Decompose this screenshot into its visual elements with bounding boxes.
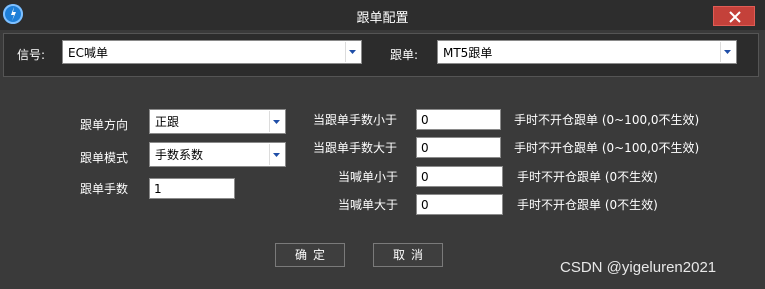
lots-input[interactable]: 1 [149,178,235,199]
close-icon [729,11,741,23]
condition-input-value: 0 [421,141,429,155]
close-button[interactable] [713,6,755,26]
condition-input[interactable]: 0 [416,166,503,187]
direction-select[interactable]: 正跟 [149,109,286,134]
follow-select[interactable]: MT5跟单 [437,40,737,64]
chevron-down-icon[interactable] [720,42,735,62]
mode-select-value: 手数系数 [155,148,204,162]
condition-label: 当喊单小于 [338,170,399,184]
condition-hint: 手时不开仓跟单 (0~100,0不生效) [514,141,700,155]
condition-input[interactable]: 0 [416,137,501,158]
condition-input[interactable]: 0 [416,109,501,130]
lots-input-value: 1 [154,182,162,196]
chevron-down-icon[interactable] [345,42,360,62]
signal-select-value: EC喊单 [68,46,108,60]
condition-label: 当喊单大于 [338,198,399,212]
condition-label: 当跟单手数小于 [313,113,398,127]
condition-input-value: 0 [421,113,429,127]
cancel-button[interactable]: 取消 [373,243,443,267]
signal-select[interactable]: EC喊单 [62,40,362,64]
follow-label: 跟单: [390,48,419,62]
watermark: CSDN @yigeluren2021 [560,259,717,276]
condition-hint: 手时不开仓跟单 (0~100,0不生效) [514,113,700,127]
chevron-down-icon[interactable] [269,111,284,132]
mode-select[interactable]: 手数系数 [149,142,286,167]
condition-hint: 手时不开仓跟单 (0不生效) [517,198,658,212]
ok-button[interactable]: 确定 [275,243,345,267]
follow-select-value: MT5跟单 [443,46,493,60]
lots-label: 跟单手数 [80,182,129,196]
direction-select-value: 正跟 [155,115,180,129]
condition-input-value: 0 [421,198,429,212]
chevron-down-icon[interactable] [269,144,284,165]
signal-label: 信号: [17,48,46,62]
window-title: 跟单配置 [356,11,409,26]
direction-label: 跟单方向 [80,118,129,132]
mode-label: 跟单模式 [80,151,129,165]
condition-input-value: 0 [421,170,429,184]
condition-label: 当跟单手数大于 [313,141,398,155]
title-bar: 跟单配置 [0,0,765,30]
condition-hint: 手时不开仓跟单 (0不生效) [517,170,658,184]
condition-input[interactable]: 0 [416,194,503,215]
